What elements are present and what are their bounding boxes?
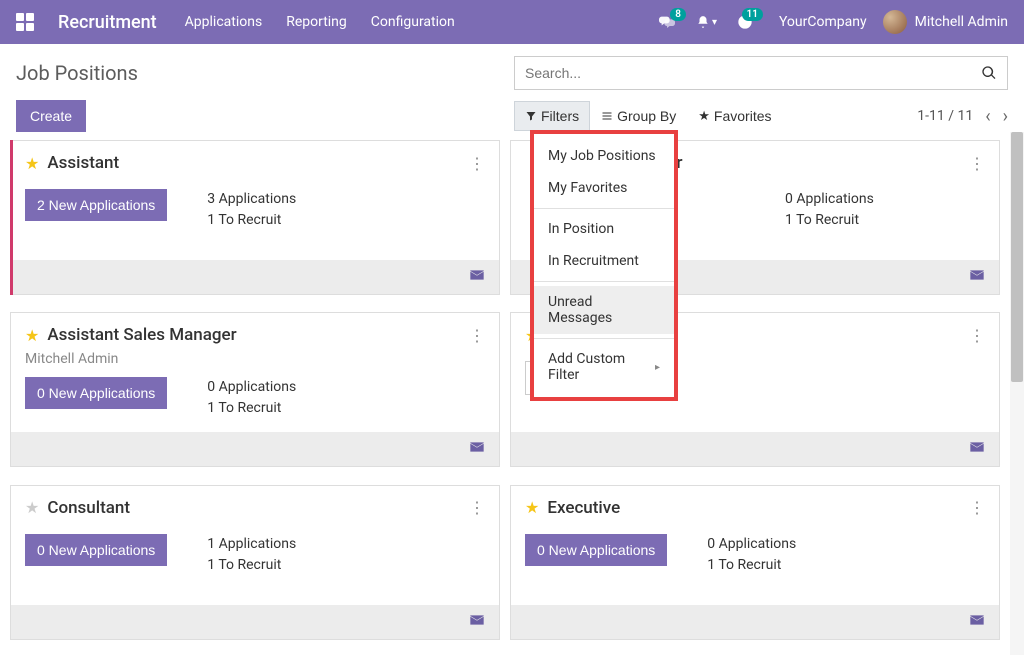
groupby-button[interactable]: Group By — [590, 101, 687, 131]
search-icon[interactable] — [981, 65, 997, 81]
nav-reporting[interactable]: Reporting — [286, 14, 347, 30]
filters-dropdown: My Job Positions My Favorites In Positio… — [530, 130, 678, 401]
job-title: Assistant — [47, 153, 119, 173]
filter-add-custom[interactable]: Add Custom Filter ▸ — [534, 343, 674, 391]
job-title: Consultant — [47, 498, 130, 518]
chevron-right-icon: ▸ — [655, 362, 660, 373]
search-box[interactable] — [514, 56, 1008, 90]
job-stats: 3 Applications 1 To Recruit — [207, 189, 296, 231]
job-stats: 0 Applications 1 To Recruit — [207, 377, 296, 419]
card-menu-icon[interactable]: ⋮ — [469, 154, 485, 173]
pager-text: 1-11 / 11 — [917, 108, 973, 124]
funnel-icon — [525, 110, 537, 122]
pager-next[interactable]: › — [1003, 106, 1008, 127]
job-title: Assistant Sales Manager — [47, 325, 236, 345]
favorite-star-icon[interactable]: ★ — [25, 326, 39, 345]
card-menu-icon[interactable]: ⋮ — [969, 498, 985, 517]
envelope-icon[interactable] — [469, 441, 485, 457]
search-input[interactable] — [525, 65, 981, 81]
filter-in-position[interactable]: In Position — [534, 213, 674, 245]
pager: 1-11 / 11 ‹ › — [917, 106, 1008, 127]
messages-badge: 8 — [670, 8, 686, 21]
job-stats: 0 Applications 1 To Recruit — [707, 534, 796, 576]
control-bar: Job Positions Create Filters Group By ★ … — [0, 44, 1024, 132]
messages-icon[interactable]: 8 — [658, 14, 676, 30]
page-title: Job Positions — [16, 61, 138, 85]
envelope-icon[interactable] — [969, 441, 985, 457]
envelope-icon[interactable] — [469, 269, 485, 285]
job-subtitle: Mitchell Admin — [11, 351, 499, 367]
favorite-star-icon[interactable]: ★ — [25, 154, 39, 173]
kanban-board: ★ Assistant ⋮ 2 New Applications 3 Appli… — [0, 132, 1010, 655]
top-navbar: Recruitment Applications Reporting Confi… — [0, 0, 1024, 44]
filter-my-favorites[interactable]: My Favorites — [534, 172, 674, 204]
list-icon — [601, 110, 613, 122]
job-stats: 1 Applications 1 To Recruit — [207, 534, 296, 576]
job-card[interactable]: ★ Executive ⋮ 0 New Applications 0 Appli… — [510, 485, 1000, 640]
app-name[interactable]: Recruitment — [58, 12, 157, 33]
nav-applications[interactable]: Applications — [185, 14, 263, 30]
filters-button[interactable]: Filters — [514, 101, 590, 131]
job-card[interactable]: ★ Assistant ⋮ 2 New Applications 3 Appli… — [10, 140, 500, 295]
user-name: Mitchell Admin — [915, 14, 1008, 30]
job-stats: 0 Applications 1 To Recruit — [785, 189, 874, 231]
new-applications-button[interactable]: 0 New Applications — [25, 377, 167, 409]
new-applications-button[interactable]: 0 New Applications — [525, 534, 667, 566]
user-avatar — [883, 10, 907, 34]
card-menu-icon[interactable]: ⋮ — [969, 154, 985, 173]
favorite-star-icon[interactable]: ★ — [25, 498, 39, 517]
nav-configuration[interactable]: Configuration — [371, 14, 455, 30]
favorite-star-icon[interactable]: ★ — [525, 498, 539, 517]
filter-my-job-positions[interactable]: My Job Positions — [534, 140, 674, 172]
job-card[interactable]: ★ Assistant Sales Manager ⋮ Mitchell Adm… — [10, 312, 500, 467]
create-button[interactable]: Create — [16, 100, 86, 132]
star-icon: ★ — [698, 108, 710, 124]
filter-in-recruitment[interactable]: In Recruitment — [534, 245, 674, 277]
card-menu-icon[interactable]: ⋮ — [469, 326, 485, 345]
pager-prev[interactable]: ‹ — [985, 106, 990, 127]
company-selector[interactable]: YourCompany — [779, 14, 867, 30]
card-menu-icon[interactable]: ⋮ — [969, 326, 985, 345]
activities-icon[interactable]: 11 — [737, 14, 753, 30]
envelope-icon[interactable] — [969, 269, 985, 285]
activities-badge: 11 — [742, 8, 763, 21]
job-card[interactable]: ★ Consultant ⋮ 0 New Applications 1 Appl… — [10, 485, 500, 640]
envelope-icon[interactable] — [469, 614, 485, 630]
scroll-thumb[interactable] — [1011, 132, 1023, 382]
notifications-icon[interactable]: ▾ — [696, 14, 717, 30]
scrollbar[interactable] — [1010, 132, 1024, 655]
apps-switcher[interactable] — [16, 13, 46, 31]
apps-icon — [16, 13, 34, 31]
new-applications-button[interactable]: 2 New Applications — [25, 189, 167, 221]
card-menu-icon[interactable]: ⋮ — [469, 498, 485, 517]
favorites-button[interactable]: ★ Favorites — [687, 101, 782, 131]
new-applications-button[interactable]: 0 New Applications — [25, 534, 167, 566]
user-menu[interactable]: Mitchell Admin — [883, 10, 1008, 34]
filter-unread-messages[interactable]: Unread Messages — [534, 286, 674, 334]
job-title: Executive — [547, 498, 620, 518]
envelope-icon[interactable] — [969, 614, 985, 630]
